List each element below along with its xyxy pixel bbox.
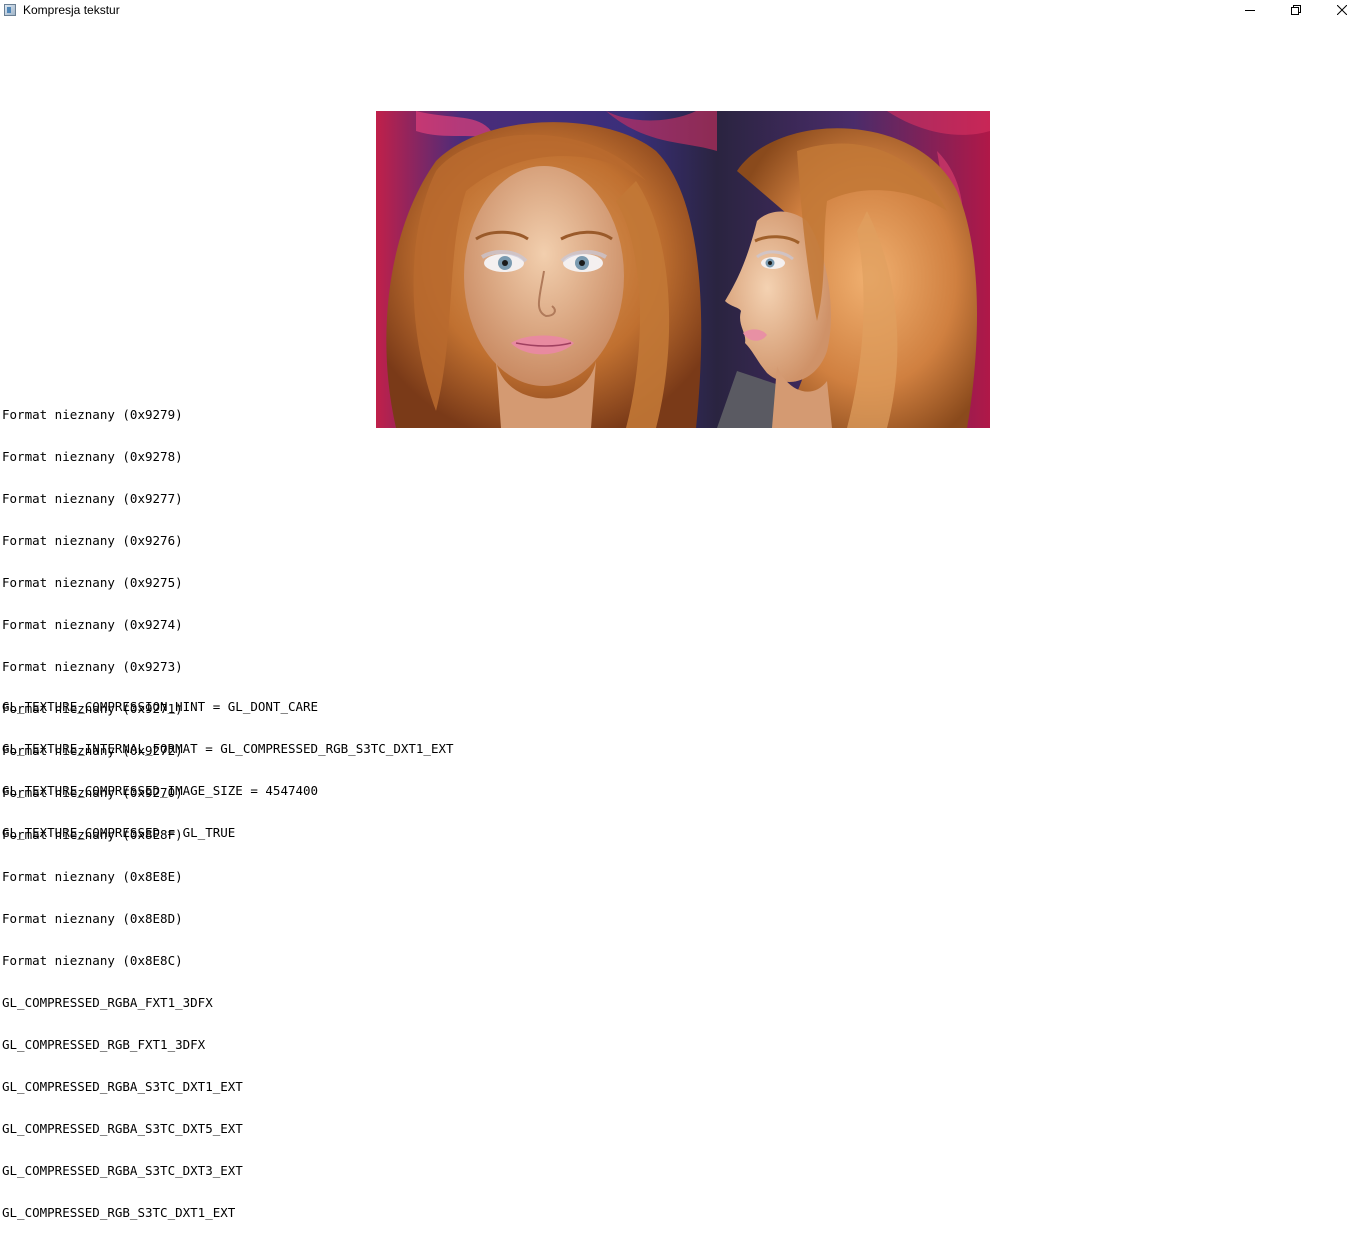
format-line: Format nieznany (0x9274) (2, 617, 183, 632)
format-line: Format nieznany (0x9276) (2, 533, 183, 548)
app-icon[interactable] (4, 4, 16, 16)
format-line: Format nieznany (0x8E8C) (2, 953, 183, 968)
format-line: GL_COMPRESSED_RGBA_FXT1_3DFX (2, 995, 213, 1010)
param-compression-hint: GL_TEXTURE_COMPRESSION_HINT = GL_DONT_CA… (2, 699, 319, 714)
format-line: Format nieznany (0x9279) (2, 407, 183, 422)
format-line: GL_COMPRESSED_RGBA_S3TC_DXT1_EXT (2, 1079, 243, 1094)
texture-photo-left (376, 111, 717, 428)
minimize-button[interactable] (1227, 0, 1273, 24)
gl-canvas[interactable]: Format nieznany (0x9279) Format nieznany… (0, 24, 1366, 1220)
param-compressed-image-size: GL_TEXTURE_COMPRESSED_IMAGE_SIZE = 45474… (2, 783, 319, 798)
format-line: GL_COMPRESSED_RGB_FXT1_3DFX (2, 1037, 206, 1052)
format-line: GL_COMPRESSED_RGBA_S3TC_DXT5_EXT (2, 1121, 243, 1136)
format-line: Format nieznany (0x8E8D) (2, 911, 183, 926)
title-bar[interactable]: Kompresja tekstur (0, 0, 1366, 24)
format-line: Format nieznany (0x9275) (2, 575, 183, 590)
param-compressed: GL_TEXTURE_COMPRESSED = GL_TRUE (2, 825, 236, 840)
texture-parameters: GL_TEXTURE_COMPRESSION_HINT = GL_DONT_CA… (2, 672, 454, 868)
texture-photo-right (717, 111, 990, 428)
format-line: Format nieznany (0x9277) (2, 491, 183, 506)
texture-image (376, 111, 990, 428)
param-internal-format: GL_TEXTURE_INTERNAL_FORMAT = GL_COMPRESS… (2, 741, 454, 756)
minimize-icon (1245, 10, 1255, 11)
window-title: Kompresja tekstur (23, 3, 120, 17)
format-line: GL_COMPRESSED_RGBA_S3TC_DXT3_EXT (2, 1163, 243, 1178)
restore-icon (1291, 5, 1301, 15)
close-button[interactable] (1319, 0, 1365, 24)
close-icon (1337, 5, 1347, 15)
format-line: GL_COMPRESSED_RGB_S3TC_DXT1_EXT (2, 1205, 236, 1220)
restore-button[interactable] (1273, 0, 1319, 24)
format-line: Format nieznany (0x8E8E) (2, 869, 183, 884)
format-line: Format nieznany (0x9278) (2, 449, 183, 464)
